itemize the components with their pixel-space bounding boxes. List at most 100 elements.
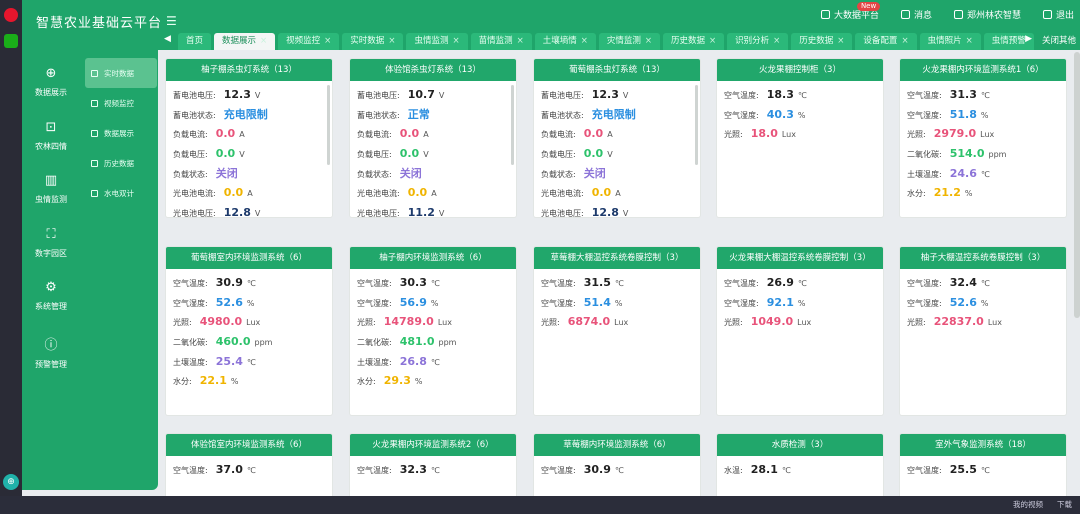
tab-close-icon[interactable]: × bbox=[388, 36, 395, 46]
sidebar-sub-item-2[interactable]: 数据展示 bbox=[85, 118, 157, 148]
tab-close-icon[interactable]: × bbox=[773, 36, 780, 46]
tab-3[interactable]: 实时数据 × bbox=[342, 33, 404, 50]
tab-8[interactable]: 历史数据 × bbox=[663, 33, 725, 50]
bigdata-icon bbox=[820, 10, 830, 19]
reading-row: 蓄电池状态: 正常 bbox=[357, 105, 509, 125]
tab-close-icon[interactable]: × bbox=[517, 36, 524, 46]
card-title[interactable]: 草莓棚大棚温控系统卷膜控制（3） bbox=[534, 247, 700, 269]
reading-label: 蓄电池状态: bbox=[541, 110, 584, 120]
card-title[interactable]: 柚子大棚温控系统卷膜控制（3） bbox=[900, 247, 1066, 269]
card-title[interactable]: 草莓棚内环境监测系统（6） bbox=[534, 434, 700, 456]
reading-unit: % bbox=[246, 298, 255, 308]
card-title[interactable]: 体验馆室内环境监测系统（6） bbox=[166, 434, 332, 456]
card-title[interactable]: 室外气象监测系统（18） bbox=[900, 434, 1066, 456]
tab-9[interactable]: 识别分析 × bbox=[727, 33, 789, 50]
taskbar-item-0[interactable]: 我的视频 bbox=[1013, 499, 1043, 510]
tab-close-icon[interactable]: × bbox=[966, 36, 973, 46]
sidebar-sub-item-3[interactable]: 历史数据 bbox=[85, 148, 157, 178]
reading-row: 负载电压: 0.0 V bbox=[357, 144, 509, 164]
reading-value: 12.3 bbox=[223, 88, 251, 101]
tab-close-icon[interactable]: × bbox=[837, 36, 844, 46]
reading-row: 二氧化碳: 514.0 ppm bbox=[907, 144, 1059, 164]
card-title[interactable]: 葡萄棚室内环境监测系统（6） bbox=[166, 247, 332, 269]
reading-label: 空气湿度: bbox=[357, 298, 392, 308]
card-body: 空气温度: 31.5 ℃ 空气湿度: 51.4% 光照: 6874.0 Lux bbox=[534, 269, 700, 332]
sidebar-sub-item-0[interactable]: 实时数据 bbox=[85, 58, 157, 88]
reading-label: 光电池电压: bbox=[357, 209, 400, 217]
top-action-2[interactable]: 郑州林农智慧 bbox=[953, 8, 1021, 21]
reading-unit: A bbox=[239, 130, 245, 140]
reading-value: 30.9 bbox=[215, 276, 243, 289]
tab-1[interactable]: 数据展示 × bbox=[214, 33, 276, 50]
reading-value: 0.0 bbox=[407, 186, 428, 200]
reading-label: 蓄电池电压: bbox=[173, 91, 216, 100]
tab-0[interactable]: 首页 bbox=[178, 33, 212, 50]
reading-value: 56.9 bbox=[399, 295, 427, 309]
reading-value: 28.1 bbox=[750, 463, 778, 476]
card-title[interactable]: 火龙果棚大棚温控系统卷膜控制（3） bbox=[717, 247, 883, 269]
card-title[interactable]: 柚子棚杀虫灯系统（13） bbox=[166, 59, 332, 81]
tab-label: 苗情监测 bbox=[478, 36, 513, 46]
sidebar-sub-item-4[interactable]: 水电双计 bbox=[85, 178, 157, 208]
tab-scroll-right-icon[interactable]: ▶ bbox=[1025, 34, 1032, 44]
sidebar-main-item-2[interactable]: ▥ 虫情监测 bbox=[22, 173, 80, 205]
tab-12[interactable]: 虫情照片 × bbox=[919, 33, 981, 50]
reading-row: 光照: 6874.0 Lux bbox=[541, 312, 693, 332]
tab-5[interactable]: 苗情监测 × bbox=[470, 33, 532, 50]
tab-scroll-left-icon[interactable]: ◀ bbox=[164, 34, 171, 44]
taskbar-item-1[interactable]: 下载 bbox=[1057, 499, 1072, 510]
tab-4[interactable]: 虫情监测 × bbox=[406, 33, 468, 50]
sidebar-main-item-4[interactable]: ⚙ 系统管理 bbox=[22, 280, 80, 312]
top-action-0[interactable]: 大数据平台 New bbox=[820, 2, 881, 21]
card-title[interactable]: 火龙果棚内环境监测系统2（6） bbox=[350, 434, 516, 456]
reading-value: 29.3 bbox=[383, 374, 411, 388]
chat-app-icon[interactable] bbox=[4, 34, 18, 48]
reading-label: 土壤温度: bbox=[173, 357, 208, 367]
sidebar-main-item-1[interactable]: ⊡ 农林四情 bbox=[22, 120, 80, 152]
sensor-card: 火龙果棚内环境监测系统1（6） 空气温度: 31.3 ℃ 空气湿度: 51.8% 光照: 29… bbox=[900, 59, 1066, 217]
card-body: 空气温度: 37.0 ℃ bbox=[166, 456, 332, 480]
tab-close-icon[interactable]: × bbox=[581, 36, 588, 46]
sidebar-sub-item-1[interactable]: 视频监控 bbox=[85, 88, 157, 118]
close-other-tabs-button[interactable]: 关闭其他 bbox=[1042, 34, 1076, 46]
card-title[interactable]: 葡萄棚杀虫灯系统（13） bbox=[534, 59, 700, 81]
tab-7[interactable]: 灾情监测 × bbox=[598, 33, 660, 50]
card-title[interactable]: 火龙果棚内环境监测系统1（6） bbox=[900, 59, 1066, 81]
reading-value: 充电限制 bbox=[223, 107, 268, 121]
card-scrollbar[interactable] bbox=[511, 85, 514, 165]
sidebar-main-item-5[interactable]: ⓘ 预警管理 bbox=[22, 334, 80, 370]
sensor-card: 室外气象监测系统（18） 空气温度: 25.5 ℃ bbox=[900, 434, 1066, 496]
app-launcher-icon[interactable]: ⊕ bbox=[3, 474, 19, 490]
reading-value: 514.0 bbox=[949, 147, 985, 161]
tab-10[interactable]: 历史数据 × bbox=[791, 33, 853, 50]
tab-close-icon[interactable]: × bbox=[709, 36, 716, 46]
weibo-icon[interactable] bbox=[4, 8, 18, 22]
card-title[interactable]: 柚子棚内环境监测系统（6） bbox=[350, 247, 516, 269]
sidebar-main-item-0[interactable]: ⊕ 数据展示 bbox=[22, 66, 80, 98]
menu-toggle-icon[interactable]: ☰ bbox=[166, 14, 177, 28]
page-scrollbar[interactable] bbox=[1074, 52, 1080, 318]
reading-label: 空气湿度: bbox=[724, 298, 759, 308]
tab-2[interactable]: 视频监控 × bbox=[278, 33, 340, 50]
reading-label: 水分: bbox=[907, 189, 926, 199]
tab-6[interactable]: 土壤墒情 × bbox=[534, 33, 596, 50]
card-title[interactable]: 水质检测（3） bbox=[717, 434, 883, 456]
tab-close-icon[interactable]: × bbox=[324, 36, 331, 46]
tab-close-icon[interactable]: × bbox=[260, 36, 267, 46]
top-action-1[interactable]: 消息 bbox=[900, 8, 932, 21]
card-body: 蓄电池电压: 12.3 V 蓄电池状态: 充电限制 负载电流: 0.0 A 负载电压: 0.0 V 负… bbox=[534, 81, 700, 217]
card-title[interactable]: 火龙果棚控制柜（3） bbox=[717, 59, 883, 81]
reading-label: 空气温度: bbox=[724, 279, 759, 288]
tab-close-icon[interactable]: × bbox=[645, 36, 652, 46]
card-scrollbar[interactable] bbox=[327, 85, 330, 165]
top-action-3[interactable]: 退出 bbox=[1042, 8, 1074, 21]
tab-11[interactable]: 设备配置 × bbox=[855, 33, 917, 50]
tab-close-icon[interactable]: × bbox=[901, 36, 908, 46]
reading-row: 空气温度: 25.5 ℃ bbox=[907, 460, 1059, 480]
tab-close-icon[interactable]: × bbox=[452, 36, 459, 46]
sidebar-main-item-3[interactable]: ⛶ 数字园区 bbox=[22, 227, 80, 259]
card-scrollbar[interactable] bbox=[695, 85, 698, 165]
card-title[interactable]: 体验馆杀虫灯系统（13） bbox=[350, 59, 516, 81]
reading-label: 光电池电压: bbox=[541, 209, 584, 217]
reading-row: 负载电流: 0.0 A bbox=[357, 124, 509, 144]
